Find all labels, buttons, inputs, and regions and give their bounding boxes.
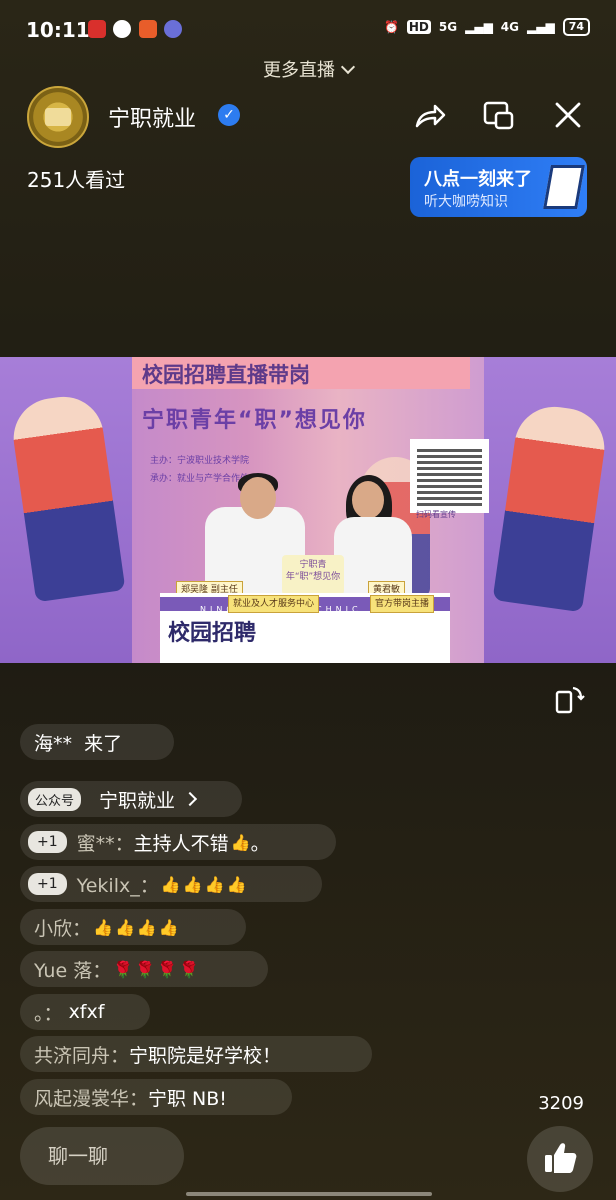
chat-text: 宁职 NB! bbox=[148, 1087, 227, 1110]
home-indicator[interactable] bbox=[186, 1192, 432, 1196]
qr-caption: 扫码看宣传 bbox=[416, 510, 456, 519]
like-count: 3209 bbox=[538, 1093, 584, 1114]
chat-text: 宁职院是好学校！ bbox=[129, 1044, 282, 1067]
chat-message: +1 Yekilx_： 👍 👍 👍 👍 bbox=[20, 866, 322, 902]
app-badge-icon bbox=[139, 20, 157, 38]
account-tag: 公众号 bbox=[28, 787, 82, 811]
chat-message: Yue 落： 🌹 🌹 🌹 🌹 bbox=[20, 951, 268, 987]
network-5g: 5G bbox=[438, 20, 458, 34]
rotate-screen-icon[interactable] bbox=[553, 684, 585, 716]
notification-app-icon bbox=[88, 20, 106, 38]
chat-message: 风起漫裳华： 宁职 NB! bbox=[20, 1079, 292, 1115]
network-4g: 4G bbox=[500, 20, 519, 34]
thumbs-up-icon: 👍 bbox=[182, 874, 203, 894]
pip-window-icon[interactable] bbox=[482, 98, 516, 132]
video-host-line: 主办：宁波职业技术学院 bbox=[150, 456, 250, 466]
status-indicators: ⏰ HD 5G ▂▄▆ 4G ▂▄▆ 74 bbox=[384, 18, 590, 36]
more-live-label: 更多直播 bbox=[263, 60, 335, 81]
plus-one-badge[interactable]: +1 bbox=[28, 831, 67, 853]
chat-text: 来了 bbox=[84, 732, 123, 755]
status-bar: 10:11 ⏰ HD 5G ▂▄▆ 4G ▂▄▆ 74 bbox=[0, 0, 616, 58]
chevron-down-icon bbox=[340, 59, 356, 75]
live-video[interactable]: 校园招聘直播带岗 宁职青年“职”想见你 主办：宁波职业技术学院 承办：就业与产学… bbox=[0, 357, 616, 663]
thumbs-up-icon: 👍 bbox=[114, 917, 135, 937]
chat-user: 蜜**： bbox=[76, 832, 134, 855]
account-avatar[interactable] bbox=[27, 86, 89, 148]
desk-sub-left: 就业及人才服务中心 bbox=[228, 595, 320, 613]
chat-user: 共济同舟： bbox=[34, 1044, 130, 1067]
thumbs-up-icon: 👍 bbox=[93, 917, 113, 937]
battery-indicator: 74 bbox=[562, 18, 590, 36]
like-button[interactable] bbox=[527, 1126, 593, 1192]
thumbs-up-icon: 👍 bbox=[158, 917, 179, 937]
viewer-count: 251人看过 bbox=[27, 168, 126, 192]
chat-input[interactable]: 聊一聊 bbox=[20, 1127, 184, 1185]
chat-user: 小欣： bbox=[34, 917, 92, 940]
chat-message: +1 蜜**： 主持人不错 👍 。 bbox=[20, 824, 336, 860]
video-headline: 宁职青年“职”想见你 bbox=[142, 408, 367, 433]
rose-icon: 🌹 bbox=[157, 959, 177, 979]
hd-indicator: HD bbox=[406, 20, 431, 34]
rose-icon: 🌹 bbox=[135, 959, 156, 979]
desk-sub-right: 官方带岗主播 bbox=[370, 595, 435, 613]
share-icon[interactable] bbox=[413, 98, 447, 132]
chat-text: xfxf bbox=[68, 1001, 105, 1023]
account-name[interactable]: 宁职就业 bbox=[108, 101, 196, 133]
chat-user: Yue 落： bbox=[34, 959, 112, 982]
promo-flag-icon bbox=[543, 165, 585, 209]
official-account-row[interactable]: 公众号 宁职就业 bbox=[20, 781, 242, 817]
promo-banner[interactable]: 八点一刻来了 听大咖唠知识 bbox=[410, 157, 587, 217]
more-live-button[interactable]: 更多直播 bbox=[0, 56, 616, 82]
thumbs-up-icon: 👍 bbox=[204, 874, 225, 894]
close-icon[interactable] bbox=[551, 98, 585, 132]
promo-line2: 听大咖唠知识 bbox=[424, 194, 508, 210]
qr-code bbox=[410, 439, 489, 513]
thumbs-up-icon: 👍 bbox=[230, 832, 251, 852]
message-bubble-icon bbox=[113, 20, 131, 38]
thumbs-up-icon: 👍 bbox=[160, 874, 181, 894]
chat-message: 小欣： 👍 👍 👍 👍 bbox=[20, 909, 246, 945]
desk-text: 校园招聘 bbox=[168, 621, 257, 646]
video-organizer-line: 承办：就业与产学合作处 bbox=[150, 474, 250, 484]
plus-one-badge[interactable]: +1 bbox=[28, 873, 67, 895]
chat-user: Yekilx_： bbox=[76, 874, 159, 897]
video-banner-title: 校园招聘直播带岗 bbox=[142, 363, 310, 387]
alarm-icon: ⏰ bbox=[383, 20, 399, 34]
chevron-right-icon bbox=[182, 791, 198, 807]
host-sign: 宁职青年“职”想见你 bbox=[282, 555, 344, 595]
chat-suffix: 。 bbox=[250, 832, 270, 855]
chat-text: 主持人不错 bbox=[133, 832, 229, 855]
app-circle-icon bbox=[164, 20, 182, 38]
chat-join-message: 海** 来了 bbox=[20, 724, 174, 760]
chat-message: 。： xfxf bbox=[20, 994, 150, 1030]
chat-message: 共济同舟： 宁职院是好学校！ bbox=[20, 1036, 372, 1072]
promo-line1: 八点一刻来了 bbox=[424, 169, 532, 190]
chat-user: 。： bbox=[34, 1002, 63, 1025]
chat-user: 海** bbox=[34, 732, 73, 755]
verified-badge-icon: ✓ bbox=[218, 104, 240, 126]
rose-icon: 🌹 bbox=[113, 959, 134, 979]
thumbs-up-icon: 👍 bbox=[136, 917, 157, 937]
signal-icon-2: ▂▄▆ bbox=[527, 20, 555, 34]
thumbs-up-icon: 👍 bbox=[226, 874, 247, 894]
thumbs-up-icon bbox=[545, 1143, 577, 1173]
signal-icon: ▂▄▆ bbox=[465, 20, 493, 34]
chat-user: 风起漫裳华： bbox=[34, 1087, 149, 1110]
rose-icon: 🌹 bbox=[178, 959, 199, 979]
status-time: 10:11 bbox=[26, 18, 90, 42]
account-link-label: 宁职就业 bbox=[99, 789, 176, 812]
